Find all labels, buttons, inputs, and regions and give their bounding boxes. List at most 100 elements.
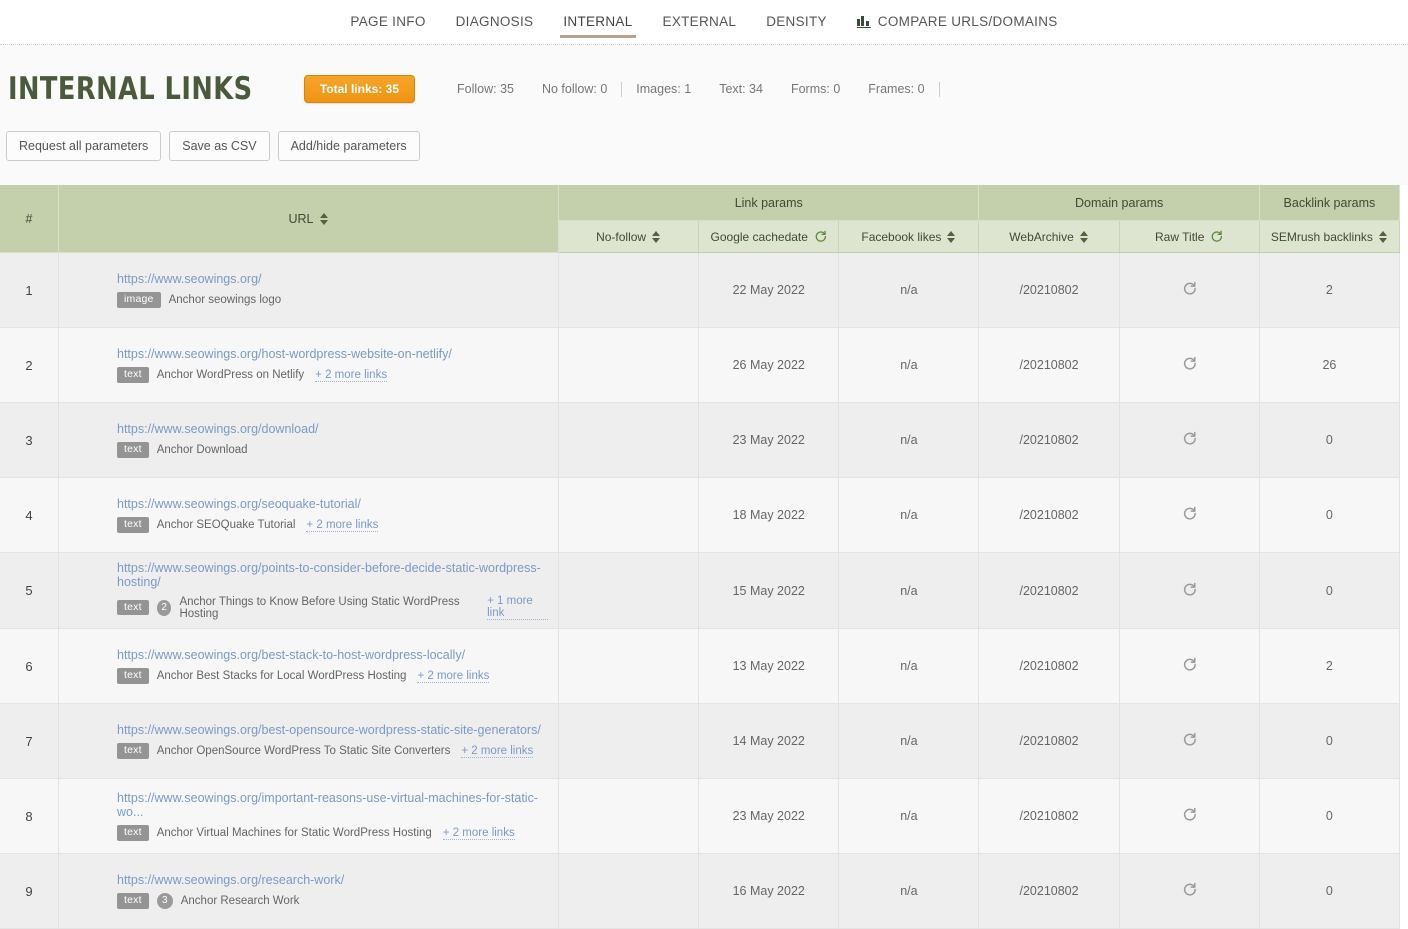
table-head: #URLLink paramsDomain paramsBacklink par… (0, 185, 1400, 253)
nav-item-compare-urls-domains[interactable]: COMPARE URLS/DOMAINS (842, 0, 1073, 44)
column-header-google-cachedate[interactable]: Google cachedate (699, 221, 839, 253)
row-url-link[interactable]: https://www.seowings.org/best-stack-to-h… (117, 648, 548, 662)
stat-separator (939, 82, 940, 97)
row-url-link[interactable]: https://www.seowings.org/research-work/ (117, 873, 548, 887)
row-raw-title-cell (1119, 854, 1259, 929)
row-facebook-likes: n/a (839, 779, 979, 854)
nav-item-page-info[interactable]: PAGE INFO (335, 0, 440, 44)
nav-item-diagnosis[interactable]: DIAGNOSIS (441, 0, 549, 44)
refresh-icon[interactable] (814, 230, 827, 243)
row-url-link[interactable]: https://www.seowings.org/points-to-consi… (117, 561, 548, 589)
sort-arrows-icon[interactable] (1379, 230, 1388, 244)
row-url-link[interactable]: https://www.seowings.org/best-opensource… (117, 723, 548, 737)
row-url-link[interactable]: https://www.seowings.org/download/ (117, 422, 548, 436)
row-facebook-likes: n/a (839, 704, 979, 779)
row-semrush-backlinks: 0 (1259, 704, 1399, 779)
row-url-link[interactable]: https://www.seowings.org/ (117, 272, 548, 286)
column-header-label: Raw Title (1155, 230, 1204, 244)
row-url-link[interactable]: https://www.seowings.org/host-wordpress-… (117, 347, 548, 361)
refresh-icon[interactable] (1182, 356, 1197, 371)
row-webarchive: /20210802 (979, 253, 1119, 328)
row-url-link[interactable]: https://www.seowings.org/seoquake-tutori… (117, 497, 548, 511)
anchor-text: Anchor SEOQuake Tutorial (157, 519, 296, 531)
refresh-icon[interactable] (1182, 657, 1197, 672)
table-row: 3https://www.seowings.org/download/textA… (0, 403, 1400, 478)
nav-item-label: DENSITY (766, 14, 827, 29)
anchor-text: Anchor Download (157, 444, 248, 456)
row-facebook-likes: n/a (839, 328, 979, 403)
sort-arrows-icon[interactable] (1080, 230, 1089, 244)
row-semrush-backlinks: 2 (1259, 253, 1399, 328)
table-row: 4 https://www.seowings.org/seoquake-tutor… (0, 478, 1400, 553)
request-all-parameters-button[interactable]: Request all parameters (6, 131, 161, 161)
total-links-badge: Total links: 35 (304, 75, 415, 103)
anchor-text: Anchor Research Work (181, 895, 300, 907)
link-type-tag: text (117, 600, 149, 616)
row-url-link[interactable]: https://www.seowings.org/important-reaso… (117, 791, 548, 819)
row-nofollow (559, 253, 699, 328)
refresh-icon[interactable] (1182, 506, 1197, 521)
table-row: 2https://www.seowings.org/host-wordpress… (0, 328, 1400, 403)
row-raw-title-cell (1119, 629, 1259, 704)
row-nofollow (559, 478, 699, 553)
row-anchor-line: imageAnchor seowings logo (117, 292, 548, 308)
refresh-icon[interactable] (1182, 281, 1197, 296)
row-url-cell: https://www.seowings.org/best-stack-to-h… (59, 629, 559, 704)
stat-follow: Follow: 35 (443, 82, 528, 96)
link-count-badge: 2 (157, 600, 172, 616)
row-semrush-backlinks: 0 (1259, 553, 1399, 629)
refresh-icon[interactable] (1182, 732, 1197, 747)
more-links-toggle[interactable]: + 2 more links (306, 519, 378, 532)
column-header-semrush-backlinks[interactable]: SEMrush backlinks (1259, 221, 1399, 253)
table-row: 7https://www.seowings.org/best-opensourc… (0, 704, 1400, 779)
more-links-toggle[interactable]: + 1 more link (487, 595, 548, 620)
nav-item-density[interactable]: DENSITY (751, 0, 842, 44)
row-semrush-backlinks: 0 (1259, 779, 1399, 854)
refresh-icon[interactable] (1210, 230, 1223, 243)
group-header-domain-params: Domain params (979, 185, 1259, 221)
save-as-csv-button[interactable]: Save as CSV (169, 131, 269, 161)
refresh-icon[interactable] (1182, 582, 1197, 597)
column-header-no-follow[interactable]: No-follow (559, 221, 699, 253)
row-semrush-backlinks: 0 (1259, 478, 1399, 553)
anchor-text: Anchor Things to Know Before Using Stati… (179, 596, 476, 620)
sort-arrows-icon[interactable] (947, 230, 956, 244)
row-url-cell: https://www.seowings.org/seoquake-tutori… (59, 478, 559, 553)
row-semrush-backlinks: 26 (1259, 328, 1399, 403)
add-hide-parameters-button[interactable]: Add/hide parameters (278, 131, 420, 161)
row-index: 1 (0, 253, 59, 328)
more-links-toggle[interactable]: + 2 more links (315, 369, 387, 382)
row-nofollow (559, 403, 699, 478)
row-nofollow (559, 629, 699, 704)
row-google-cachedate: 13 May 2022 (699, 629, 839, 704)
stat-images: Images: 1 (622, 82, 705, 96)
refresh-icon[interactable] (1182, 807, 1197, 822)
more-links-toggle[interactable]: + 2 more links (443, 827, 515, 840)
link-type-tag: text (117, 517, 149, 533)
more-links-toggle[interactable]: + 2 more links (417, 670, 489, 683)
row-raw-title-cell (1119, 478, 1259, 553)
row-google-cachedate: 18 May 2022 (699, 478, 839, 553)
row-raw-title-cell (1119, 403, 1259, 478)
sort-arrows-icon[interactable] (320, 212, 329, 226)
column-header-webarchive[interactable]: WebArchive (979, 221, 1119, 253)
column-header-raw-title[interactable]: Raw Title (1119, 221, 1259, 253)
row-anchor-line: text Anchor Download (117, 442, 548, 458)
link-type-tag: text (117, 442, 149, 458)
nav-item-external[interactable]: EXTERNAL (648, 0, 752, 44)
refresh-icon[interactable] (1182, 882, 1197, 897)
row-index: 4 (0, 478, 59, 553)
row-index: 8 (0, 779, 59, 854)
group-header-link-params: Link params (559, 185, 979, 221)
nav-item-label: INTERNAL (563, 14, 632, 29)
column-header-url[interactable]: URL (59, 185, 559, 253)
row-raw-title-cell (1119, 779, 1259, 854)
table-row: 8 https://www.seowings.org/important-reas… (0, 779, 1400, 854)
column-header-facebook-likes[interactable]: Facebook likes (839, 221, 979, 253)
page-title: INTERNAL LINKS (8, 71, 253, 107)
column-header-label: Google cachedate (711, 230, 808, 244)
sort-arrows-icon[interactable] (652, 230, 661, 244)
row-anchor-line: text3Anchor Research Work (117, 893, 548, 909)
nav-item-internal[interactable]: INTERNAL (548, 0, 647, 44)
refresh-icon[interactable] (1182, 431, 1197, 446)
